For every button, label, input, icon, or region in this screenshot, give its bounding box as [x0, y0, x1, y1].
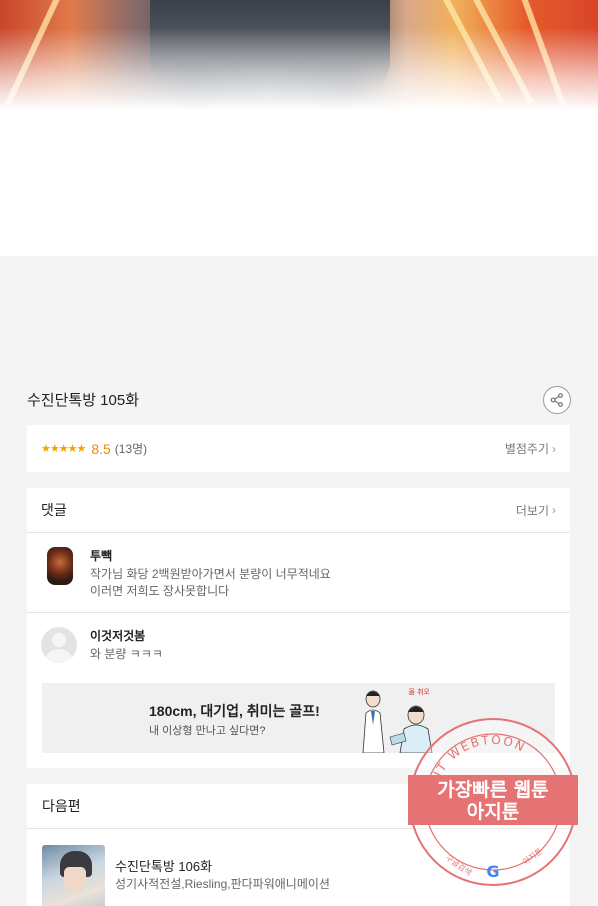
comment-text-line: 와 분량 ㅋㅋㅋ — [90, 647, 163, 661]
episode-title: 수진단톡방 105화 — [27, 392, 139, 409]
comic-panel-area — [0, 0, 598, 256]
default-avatar-icon — [41, 627, 77, 663]
rating-card: ★★★★★ 8.5 (13명) 별점주기 › — [27, 425, 570, 472]
comment-item: 투빽 작가님 화당 2백원받아가면서 분량이 너무적네요 이러면 저희도 장사못… — [27, 533, 570, 613]
share-button[interactable] — [543, 386, 571, 414]
ad-illustration: 올 취오 — [362, 688, 433, 753]
ad-title: 180cm, 대기업, 취미는 골프! — [149, 703, 320, 719]
next-episode-header: 다음편 — [27, 784, 570, 829]
next-episode-title: 수진단톡방 106화 — [115, 859, 213, 874]
next-episode-thumbnail — [42, 845, 105, 906]
next-episode-card: 다음편 수진단톡방 106화 성기사적전설,Riesling,판다파워애니메이션 — [27, 784, 570, 906]
comments-card: 댓글 더보기 › 투빽 작가님 화당 2백원받아가면서 분량이 너무적네요 이러… — [27, 488, 570, 768]
share-icon — [550, 393, 563, 407]
ad-art-label: 올 취오 — [408, 688, 430, 696]
comment-text-line: 이러면 저희도 장사못합니다 — [90, 584, 230, 598]
comment-text: 작가님 화당 2백원받아가면서 분량이 너무적네요 이러면 저희도 장사못합니다 — [90, 566, 331, 600]
next-episode-heading: 다음편 — [42, 798, 81, 814]
comment-item: 이것저것봄 와 분량 ㅋㅋㅋ — [27, 613, 570, 693]
chevron-right-icon: › — [552, 441, 556, 456]
rate-button-label: 별점주기 — [504, 442, 549, 456]
rating-score: 8.5 — [91, 440, 111, 457]
comments-header: 댓글 더보기 › — [27, 488, 570, 533]
rate-button[interactable]: 별점주기 › — [505, 440, 556, 457]
ad-banner[interactable]: 180cm, 대기업, 취미는 골프! 내 이상형 만나고 싶다면? 올 취오 — [42, 683, 555, 753]
ad-subtitle: 내 이상형 만나고 싶다면? — [149, 725, 266, 737]
comment-author: 이것저것봄 — [90, 629, 146, 643]
comic-panel-image — [0, 0, 598, 110]
rating-stars: ★★★★★ — [41, 443, 86, 455]
comments-title: 댓글 — [41, 502, 67, 518]
next-episode-meta: 성기사적전설,Riesling,판다파워애니메이션 — [115, 877, 330, 891]
comment-author: 투빽 — [90, 549, 113, 563]
comments-more-label: 더보기 — [515, 503, 549, 518]
rating-count: (13명) — [114, 442, 148, 456]
chevron-right-icon: › — [552, 503, 556, 517]
avatar — [47, 547, 73, 585]
comment-text-line: 작가님 화당 2백원받아가면서 분량이 너무적네요 — [90, 567, 331, 581]
comment-text: 와 분량 ㅋㅋㅋ — [90, 646, 163, 663]
comments-more-button[interactable]: 더보기 › — [516, 502, 556, 519]
